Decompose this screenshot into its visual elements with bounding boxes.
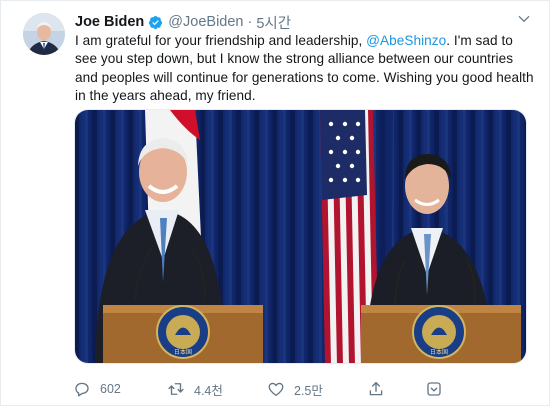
analytics-button[interactable]	[425, 377, 443, 401]
like-button[interactable]: 2.5만	[267, 377, 323, 401]
analytics-icon	[427, 382, 441, 396]
tweet-header: Joe Biden @JoeBiden · 5시간	[75, 12, 529, 32]
like-count: 2.5만	[294, 383, 323, 398]
podium-seal-text-right: 日本国	[430, 348, 448, 356]
like-icon	[268, 382, 284, 397]
photo-joe-biden-shinzo-abe-press-conference: 日本国 日本国	[75, 110, 526, 363]
retweet-icon	[168, 383, 184, 395]
share-icon	[369, 381, 383, 396]
chevron-down-icon[interactable]	[517, 12, 531, 26]
avatar-image	[23, 13, 65, 55]
header-separator: ·	[247, 14, 253, 30]
tweet-timestamp[interactable]: 5시간	[256, 12, 291, 33]
reply-icon	[75, 382, 89, 397]
tweet-text-part: I am grateful for your friendship and le…	[75, 33, 367, 48]
retweet-count: 4.4천	[194, 383, 223, 398]
mention-link[interactable]: @AbeShinzo	[366, 33, 446, 48]
tweet-card: Joe Biden @JoeBiden · 5시간 I am grateful …	[0, 0, 550, 406]
author-handle[interactable]: @JoeBiden	[168, 14, 243, 30]
tweet-photo[interactable]: 日本国 日本国	[74, 109, 527, 364]
avatar[interactable]	[23, 13, 65, 55]
share-button[interactable]	[367, 377, 385, 401]
author-name[interactable]: Joe Biden	[75, 14, 144, 30]
podium-seal-text-left: 日本国	[174, 348, 192, 356]
retweet-button[interactable]: 4.4천	[167, 377, 223, 401]
verified-badge-icon	[149, 15, 163, 29]
tweet-actions: 602 4.4천 2.5만	[73, 377, 473, 401]
tweet-text: I am grateful for your friendship and le…	[75, 32, 535, 105]
reply-button[interactable]: 602	[73, 377, 121, 401]
reply-count: 602	[100, 382, 121, 396]
